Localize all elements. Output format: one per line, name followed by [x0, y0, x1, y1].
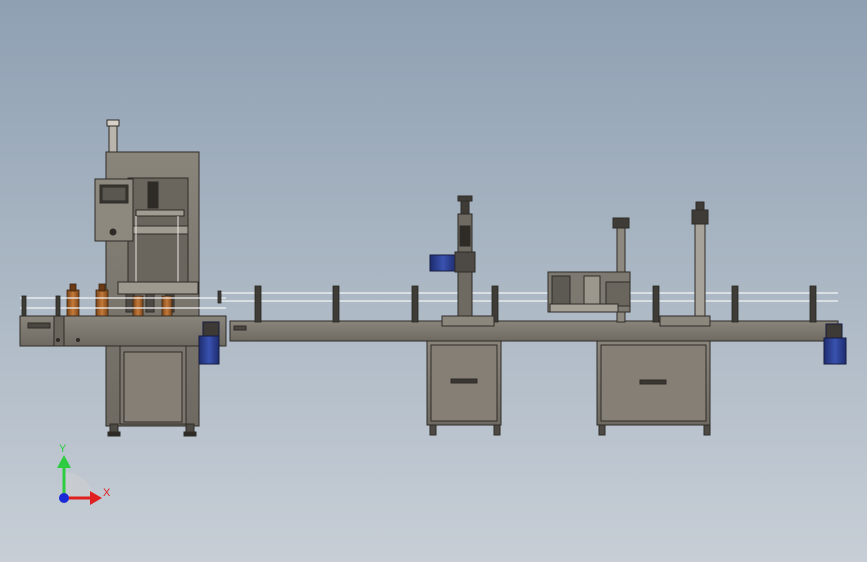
motor-right [823, 337, 847, 365]
x-axis-arrow [90, 491, 102, 505]
labeling-machine [547, 201, 711, 436]
filling-machine [94, 119, 200, 437]
y-axis-arrow [57, 455, 71, 468]
y-axis-label: Y [59, 443, 67, 455]
coordinate-triad [57, 455, 102, 505]
capping-machine [426, 195, 502, 436]
x-axis-label: X [103, 487, 111, 499]
capper-handle [450, 378, 478, 384]
labeler-handle [639, 379, 667, 385]
main-conveyor [220, 292, 839, 342]
production-line-drawing [19, 119, 847, 505]
conveyor-motors [198, 254, 847, 365]
emergency-stop [109, 228, 117, 236]
motor-left [198, 335, 220, 365]
z-axis-dot [59, 493, 69, 503]
motor-capper [429, 254, 457, 272]
